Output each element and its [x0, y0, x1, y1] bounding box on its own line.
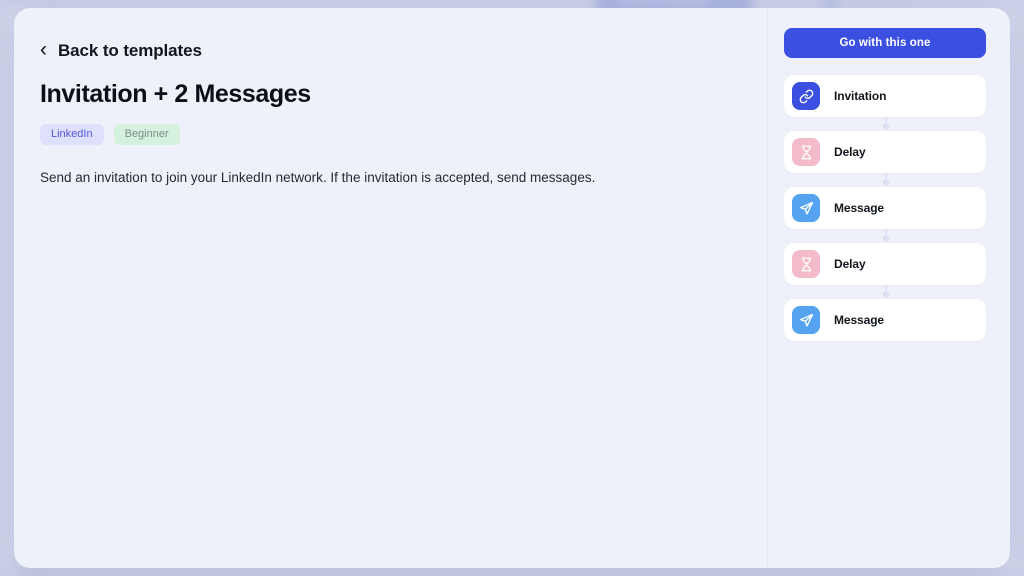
flow-card[interactable]: Delay	[784, 131, 986, 173]
template-flow-panel: Go with this one Invitation Delay Messag…	[768, 8, 1010, 568]
flow-card[interactable]: Message	[784, 187, 986, 229]
flow-step-label: Delay	[834, 257, 866, 271]
panel-divider	[767, 8, 768, 568]
flow-step-list: Invitation Delay Message Delay Message	[784, 75, 986, 341]
send-icon	[792, 194, 820, 222]
flow-connector-arrow-down-icon	[785, 173, 986, 187]
flow-step-label: Message	[834, 201, 884, 215]
template-details-panel: ‹ Back to templates Invitation + 2 Messa…	[14, 8, 768, 568]
flow-connector-arrow-down-icon	[785, 285, 986, 299]
chevron-left-icon: ‹	[40, 38, 47, 61]
backdrop-user-name: Laura Fajardo	[845, 0, 912, 6]
flow-card[interactable]: Invitation	[784, 75, 986, 117]
flow-step-delay-1: Delay	[784, 131, 986, 173]
badge-difficulty: Beginner	[113, 124, 180, 145]
hourglass-icon	[792, 250, 820, 278]
send-icon	[792, 306, 820, 334]
go-with-this-one-button[interactable]: Go with this one	[784, 28, 986, 58]
badge-platform: LinkedIn	[40, 124, 104, 145]
back-to-templates-button[interactable]: ‹ Back to templates	[40, 38, 202, 61]
page-title: Invitation + 2 Messages	[40, 80, 311, 108]
flow-step-label: Invitation	[834, 89, 887, 103]
back-to-templates-label: Back to templates	[58, 40, 202, 60]
flow-connector-arrow-down-icon	[785, 117, 986, 131]
link-icon	[792, 82, 820, 110]
flow-card[interactable]: Message	[784, 299, 986, 341]
flow-step-label: Delay	[834, 145, 866, 159]
template-description: Send an invitation to join your LinkedIn…	[40, 170, 596, 185]
flow-step-delay-2: Delay	[784, 243, 986, 285]
flow-step-label: Message	[834, 313, 884, 327]
flow-step-message-2: Message	[784, 299, 986, 341]
flow-card[interactable]: Delay	[784, 243, 986, 285]
flow-step-invitation: Invitation	[784, 75, 986, 117]
backdrop-brand: AAPLAAT	[6, 0, 65, 6]
hourglass-icon	[792, 138, 820, 166]
flow-connector-arrow-down-icon	[785, 229, 986, 243]
template-detail-modal: ‹ Back to templates Invitation + 2 Messa…	[14, 8, 1010, 568]
badge-list: LinkedIn Beginner	[40, 124, 742, 145]
backdrop-primary-button-label: Launch campaign	[620, 0, 709, 6]
flow-step-message-1: Message	[784, 187, 986, 229]
